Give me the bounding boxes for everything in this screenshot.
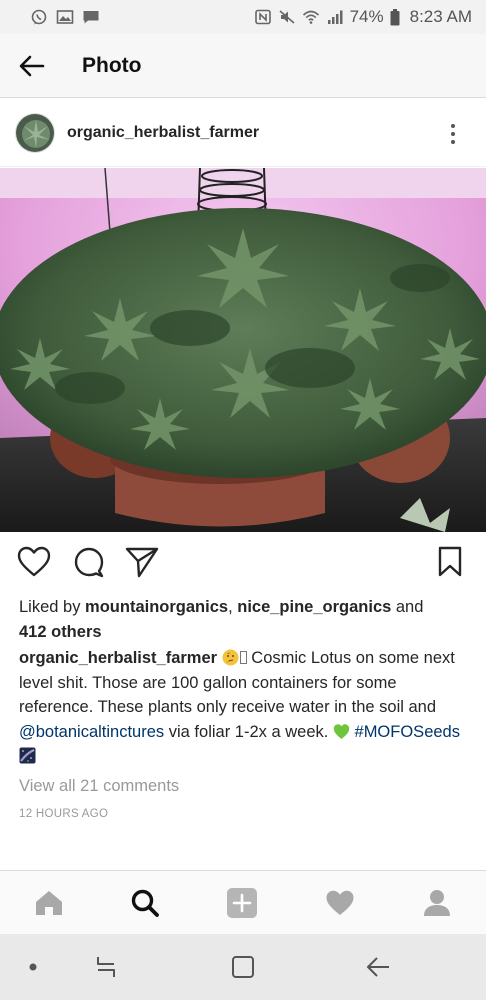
missing-glyph-icon xyxy=(239,651,247,664)
post-timestamp: 12 HOURS AGO xyxy=(19,808,109,820)
signal-icon xyxy=(327,10,343,24)
activity-icon xyxy=(326,890,354,915)
hashtag-link[interactable]: #MOFOSeeds xyxy=(355,723,460,741)
battery-percent: 74% xyxy=(349,7,384,26)
post-username[interactable]: organic_herbalist_farmer xyxy=(67,124,259,142)
heart-icon xyxy=(17,546,51,577)
clock: 8:23 AM xyxy=(409,7,472,26)
add-icon xyxy=(227,888,257,918)
mute-icon xyxy=(279,10,295,24)
dot-icon xyxy=(29,963,37,971)
liker-link[interactable]: mountainorganics xyxy=(85,598,228,616)
milky-way-emoji-icon xyxy=(19,747,36,764)
more-dot xyxy=(451,140,455,144)
likes-summary[interactable]: Liked by mountainorganics, nice_pine_org… xyxy=(19,595,469,645)
back-icon xyxy=(367,957,389,977)
mention-link[interactable]: @botanicaltinctures xyxy=(19,723,164,741)
nav-dot-button[interactable] xyxy=(18,952,48,982)
nfc-icon xyxy=(254,9,271,25)
app-bar: Photo xyxy=(0,34,486,98)
share-button[interactable] xyxy=(124,544,160,580)
search-icon xyxy=(131,889,159,917)
green-heart-emoji-icon xyxy=(333,723,350,739)
share-icon xyxy=(125,547,159,578)
comment-button[interactable] xyxy=(71,544,107,580)
post-caption: organic_herbalist_farmer Cosmic Lotus on… xyxy=(19,646,471,769)
whatsapp-icon xyxy=(31,9,47,25)
tab-activity[interactable] xyxy=(320,883,360,923)
recent-apps-button[interactable] xyxy=(91,952,121,982)
liker-link[interactable]: nice_pine_organics xyxy=(237,598,391,616)
plant-photo-image xyxy=(0,168,486,532)
home-button[interactable] xyxy=(228,952,258,982)
battery-icon xyxy=(390,8,400,25)
tab-profile[interactable] xyxy=(417,883,457,923)
caption-text: via foliar 1-2x a week. xyxy=(164,722,333,741)
avatar[interactable] xyxy=(15,112,55,153)
save-button[interactable] xyxy=(432,544,468,580)
bookmark-icon xyxy=(438,546,462,577)
back-button[interactable] xyxy=(0,34,64,98)
likes-and: and xyxy=(391,598,424,616)
bottom-tab-bar xyxy=(0,870,486,934)
tab-new-post[interactable] xyxy=(222,883,262,923)
comment-icon xyxy=(74,547,104,578)
wifi-icon xyxy=(302,10,319,24)
page-title: Photo xyxy=(82,53,142,77)
likes-prefix: Liked by xyxy=(19,598,86,616)
system-navigation-bar xyxy=(0,934,486,1000)
system-back-button[interactable] xyxy=(363,952,393,982)
tab-home[interactable] xyxy=(29,883,69,923)
like-button[interactable] xyxy=(16,544,52,580)
likes-separator: , xyxy=(228,598,238,616)
more-dot xyxy=(451,124,455,128)
image-icon xyxy=(56,10,74,24)
more-dot xyxy=(451,132,455,136)
square-home-icon xyxy=(232,956,254,978)
more-options-button[interactable] xyxy=(438,119,468,149)
caption-username[interactable]: organic_herbalist_farmer xyxy=(19,649,217,667)
message-icon xyxy=(83,11,99,24)
status-bar: 74% 8:23 AM xyxy=(0,0,486,34)
post-header: organic_herbalist_farmer xyxy=(0,99,486,167)
profile-icon xyxy=(424,890,450,916)
post-actions xyxy=(0,540,486,586)
arrow-left-icon xyxy=(19,55,45,76)
view-all-comments-link[interactable]: View all 21 comments xyxy=(19,777,179,796)
thinking-face-emoji-icon xyxy=(222,649,239,666)
likes-count[interactable]: 412 others xyxy=(19,623,102,641)
home-icon xyxy=(36,891,62,915)
tab-search[interactable] xyxy=(125,883,165,923)
post-photo[interactable] xyxy=(0,168,486,532)
recent-apps-icon xyxy=(97,957,115,977)
